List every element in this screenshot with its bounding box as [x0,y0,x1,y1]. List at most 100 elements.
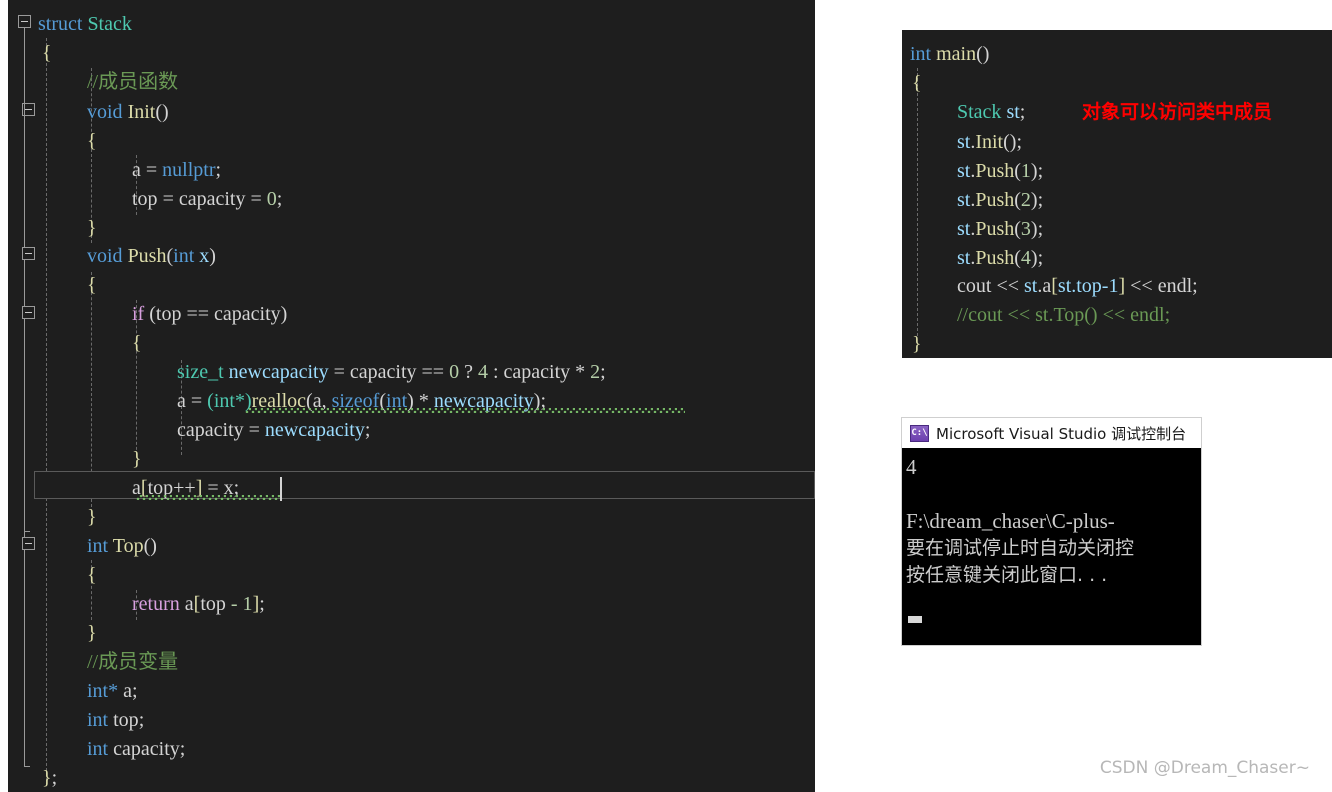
token-shift: << [991,275,1024,297]
token-brace-open: { [132,332,142,354]
console-title-text: Microsoft Visual Studio 调试控制台 [936,424,1187,443]
code-line-16[interactable]: } [132,445,142,475]
token-brace-close: } [132,448,142,470]
code-line-25[interactable]: int top; [87,706,144,736]
code-line-8[interactable]: } [87,214,97,244]
code-line-12[interactable]: { [132,329,142,359]
code-line-23[interactable]: //成员变量 [87,648,178,678]
token-bracket-open: [ [1051,275,1058,297]
code-line-7[interactable]: top = capacity = 0; [132,185,282,215]
console-titlebar[interactable]: C:\ Microsoft Visual Studio 调试控制台 [902,418,1201,449]
code-line-27[interactable]: }; [42,764,57,792]
code-line-9[interactable]: void Push(int x) [87,242,216,272]
main-line-1[interactable]: int main() [910,40,989,70]
token-int: int [87,709,109,731]
token-int-star: int* [87,680,119,702]
token-arg-4: 4 [1020,247,1031,269]
main-line-7[interactable]: st.Push(3); [957,215,1043,245]
main-line-8[interactable]: st.Push(4); [957,244,1043,274]
code-line-21[interactable]: return a[top - 1]; [132,590,265,620]
code-editor-left-pane[interactable]: struct Stack { //成员函数 void Init() { a = … [8,0,815,792]
main-line-3[interactable]: Stack st; [957,98,1025,128]
token-assign: = [245,188,267,210]
code-line-1[interactable]: struct Stack [38,10,132,40]
code-line-2[interactable]: { [42,39,52,69]
token-capacity: capacity [349,361,417,383]
token-comment-member-variables: //成员变量 [87,651,179,673]
code-line-10[interactable]: { [87,271,97,301]
token-semicolon: ; [1019,101,1026,123]
token-stack-type: Stack [957,101,1002,123]
token-brace-close: } [87,506,97,528]
code-line-20[interactable]: { [87,561,97,591]
token-semicolon: ; [179,738,186,760]
token-semicolon: ; [600,361,606,383]
console-output-area[interactable]: 4 F:\dream_chaser\C-plus- 要在调试停止时自动关闭控 按… [902,448,1201,645]
token-paren-open: ( [149,303,156,325]
main-line-2[interactable]: { [912,69,922,99]
code-line-18[interactable]: } [87,503,97,533]
main-line-9[interactable]: cout << st.a[st.top-1] << endl; [957,272,1198,302]
console-window-icon: C:\ [910,424,929,442]
main-code-text-layer[interactable]: int main() { Stack st; 对象可以访问类中成员 st.Ini… [902,30,1332,358]
main-line-4[interactable]: st.Init(); [957,128,1022,158]
token-st: st [957,160,971,182]
main-line-10[interactable]: //cout << st.Top() << endl; [957,301,1170,331]
token-st: st [1024,275,1038,297]
code-line-4[interactable]: void Init() [87,98,169,128]
token-st: st [1006,101,1020,123]
code-line-5[interactable]: { [87,127,97,157]
token-a-member: a [1042,275,1052,297]
console-output-line-0: 4 [906,455,917,479]
token-st: st [957,189,971,211]
token-push-call: Push [975,247,1015,269]
code-text-layer[interactable]: struct Stack { //成员函数 void Init() { a = … [8,0,815,792]
token-eqeq: == [181,303,215,325]
main-line-11[interactable]: } [912,330,922,358]
token-arg-3: 3 [1020,218,1031,240]
code-line-15[interactable]: capacity = newcapacity; [177,416,370,446]
token-zero: 0 [266,188,277,210]
main-line-6[interactable]: st.Push(2); [957,186,1043,216]
token-top-expr: st.top-1 [1057,275,1119,297]
code-line-13[interactable]: size_t newcapacity = capacity == 0 ? 4 :… [177,358,606,388]
token-newcapacity: newcapacity [264,419,365,441]
token-push-fn: Push [127,245,167,267]
token-top: top [113,709,139,731]
token-st: st [957,247,971,269]
token-assign: = [140,159,163,181]
token-comment-cout-top: //cout << st.Top() << endl; [957,304,1171,326]
main-function-pane[interactable]: int main() { Stack st; 对象可以访问类中成员 st.Ini… [902,30,1332,358]
token-capacity: capacity [178,188,246,210]
token-parens: () [976,43,990,65]
token-top: top [132,188,158,210]
token-capacity: capacity [177,419,244,441]
token-push-call: Push [975,189,1015,211]
text-caret [280,477,282,501]
code-line-24[interactable]: int* a; [87,677,138,707]
code-line-19[interactable]: int Top() [87,532,157,562]
token-init-fn: Init [127,101,156,123]
console-output-line-1 [906,481,1201,508]
error-squiggle-atop [136,495,282,500]
token-int: int [910,43,932,65]
token-main-fn: main [936,43,977,65]
token-paren-open: ( [1014,247,1021,269]
token-void: void [87,245,123,267]
code-line-3[interactable]: //成员函数 [87,68,178,98]
code-line-6[interactable]: a = nullptr; [132,156,221,186]
debug-console-window[interactable]: C:\ Microsoft Visual Studio 调试控制台 4 F:\d… [902,418,1201,645]
main-line-5[interactable]: st.Push(1); [957,157,1043,187]
code-line-26[interactable]: int capacity; [87,735,185,765]
token-int: int [87,738,109,760]
error-squiggle-realloc [245,408,685,413]
token-top: top [200,593,226,615]
token-brace-close: } [87,622,97,644]
token-question: ? [459,361,478,383]
token-eqeq: == [416,361,450,383]
token-push-call: Push [975,218,1015,240]
left-white-gutter [0,0,8,792]
code-line-11[interactable]: if (top == capacity) [132,300,287,330]
token-semicolon: ; [259,593,265,615]
code-line-22[interactable]: } [87,619,97,649]
